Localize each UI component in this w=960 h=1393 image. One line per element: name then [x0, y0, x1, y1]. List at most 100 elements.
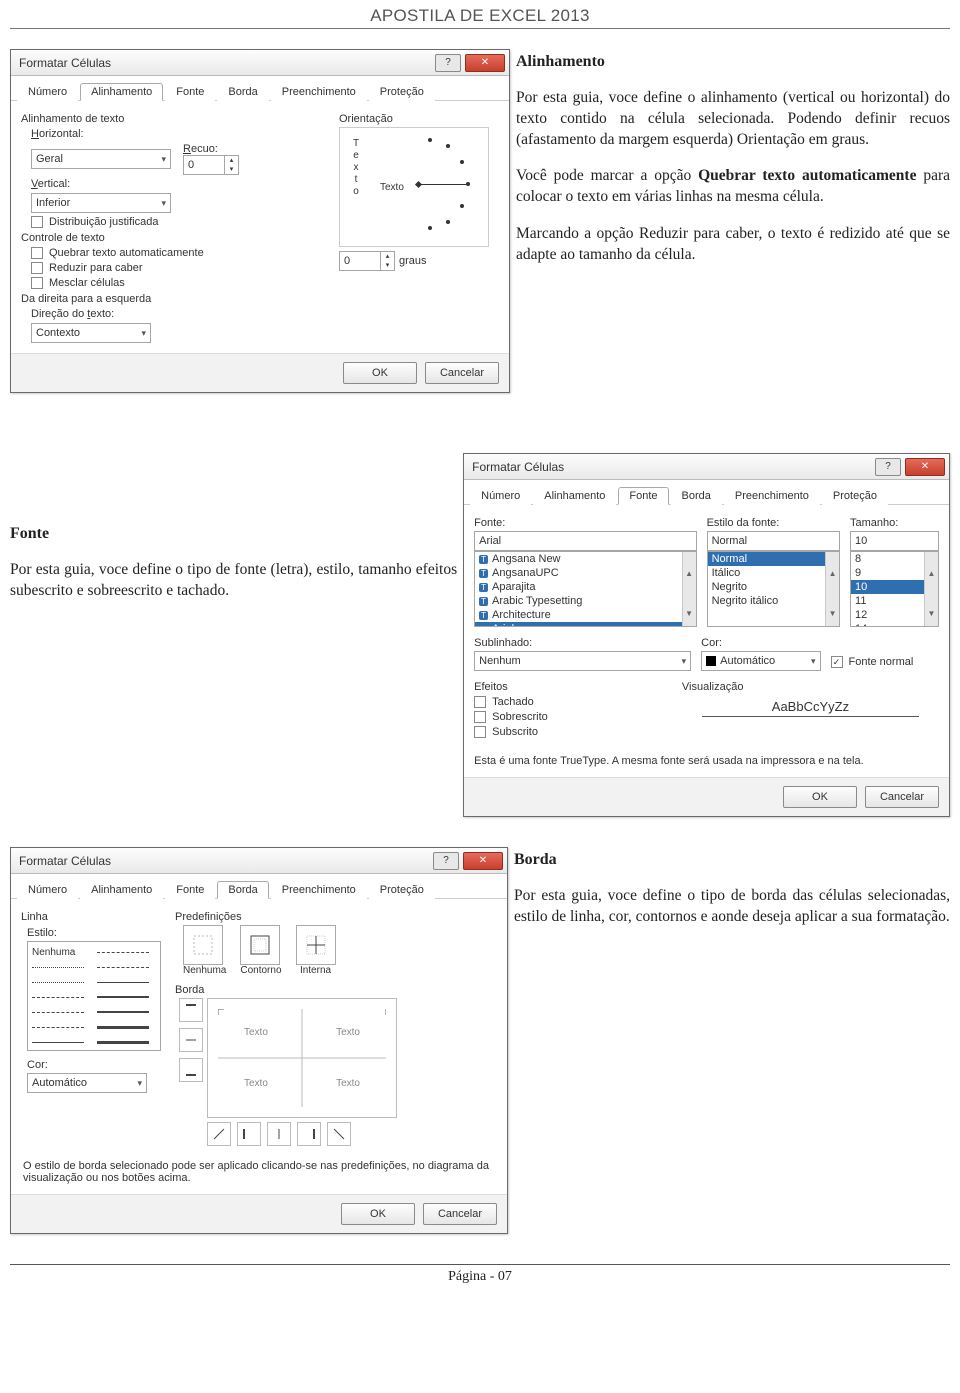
strikethrough-checkbox[interactable]: Tachado [474, 696, 672, 708]
recuo-spinner[interactable]: 0 [183, 155, 239, 175]
border-hint: O estilo de borda selecionado pode ser a… [11, 1156, 507, 1194]
border-hcenter-button[interactable] [179, 1028, 203, 1052]
normal-font-checkbox[interactable]: ✓Fonte normal [831, 656, 940, 668]
ok-button[interactable]: OK [783, 786, 857, 808]
font-input[interactable]: Arial [474, 531, 696, 551]
wrap-text-checkbox[interactable]: Quebrar texto automaticamente [31, 247, 323, 259]
line-style-listbox[interactable]: Nenhuma [27, 941, 161, 1051]
font-style-input[interactable]: Normal [707, 531, 840, 551]
font-preview: AaBbCcYyZz [682, 699, 939, 714]
font-hint: Esta é uma fonte TrueType. A mesma fonte… [474, 755, 939, 767]
section-text-align: Alinhamento de texto [21, 113, 323, 125]
font-size-listbox[interactable]: 8 9 10 11 12 14 [850, 551, 939, 627]
border-cell-text: Texto [244, 1027, 268, 1038]
truetype-icon: T [479, 625, 488, 628]
line-color-label: Cor: [27, 1059, 161, 1071]
effects-label: Efeitos [474, 681, 672, 693]
line-color-combo[interactable]: Automático [27, 1073, 147, 1093]
superscript-checkbox[interactable]: Sobrescrito [474, 711, 672, 723]
preset-inside-button[interactable] [296, 925, 336, 965]
section3-title: Borda [514, 849, 950, 871]
close-button[interactable]: ✕ [465, 54, 505, 72]
tab-preenchimento[interactable]: Preenchimento [271, 83, 367, 101]
merge-cells-checkbox[interactable]: Mesclar células [31, 277, 323, 289]
help-button[interactable]: ? [875, 458, 901, 476]
vertical-combo[interactable]: Inferior [31, 193, 171, 213]
border-vcenter-button[interactable] [267, 1122, 291, 1146]
font-style-listbox[interactable]: Normal Itálico Negrito Negrito itálico [707, 551, 840, 627]
tab-fonte[interactable]: Fonte [618, 487, 668, 505]
section-rtl: Da direita para a esquerda [21, 293, 323, 305]
underline-label: Sublinhado: [474, 637, 691, 649]
dialog-tabs: Número Alinhamento Fonte Borda Preenchim… [11, 76, 509, 101]
text-direction-combo[interactable]: Contexto [31, 323, 151, 343]
border-diag-down-button[interactable] [327, 1122, 351, 1146]
horizontal-combo[interactable]: Geral [31, 149, 171, 169]
help-button[interactable]: ? [435, 54, 461, 72]
font-color-combo[interactable]: Automático [701, 651, 820, 671]
subscript-checkbox[interactable]: Subscrito [474, 726, 672, 738]
border-right-button[interactable] [297, 1122, 321, 1146]
border-cell-text: Texto [244, 1078, 268, 1089]
border-cell-text: Texto [336, 1027, 360, 1038]
degrees-spinner[interactable]: 0 [339, 251, 395, 271]
tab-borda[interactable]: Borda [217, 83, 268, 101]
cancel-button[interactable]: Cancelar [865, 786, 939, 808]
dialog-title: Formatar Células [19, 854, 429, 868]
font-listbox[interactable]: TAngsana New TAngsanaUPC TAparajita TAra… [474, 551, 696, 627]
tab-preenchimento[interactable]: Preenchimento [271, 881, 367, 899]
border-preview[interactable]: Texto Texto Texto Texto [207, 998, 397, 1118]
border-cell-text: Texto [336, 1078, 360, 1089]
font-label: Fonte: [474, 517, 696, 529]
border-left-button[interactable] [237, 1122, 261, 1146]
font-size-label: Tamanho: [850, 517, 939, 529]
tab-alinhamento[interactable]: Alinhamento [80, 881, 163, 899]
tab-numero[interactable]: Número [17, 881, 78, 899]
tab-numero[interactable]: Número [470, 487, 531, 505]
orientation-control[interactable]: Texto Texto [339, 127, 489, 247]
border-diag-up-button[interactable] [207, 1122, 231, 1146]
tab-alinhamento[interactable]: Alinhamento [80, 83, 163, 101]
degrees-unit-label: graus [399, 255, 427, 267]
close-button[interactable]: ✕ [905, 458, 945, 476]
orientation-vertical-text[interactable]: Texto [346, 138, 366, 198]
help-button[interactable]: ? [433, 852, 459, 870]
font-style-label: Estilo da fonte: [707, 517, 840, 529]
preset-inside-label: Interna [296, 965, 336, 976]
page-footer: Página - 07 [10, 1264, 950, 1285]
preview-label: Visualização [682, 681, 939, 693]
preset-none-button[interactable] [183, 925, 223, 965]
section1-para3: Marcando a opção Reduzir para caber, o t… [516, 224, 950, 266]
border-bottom-button[interactable] [179, 1058, 203, 1082]
line-section: Linha [21, 911, 161, 923]
font-size-input[interactable]: 10 [850, 531, 939, 551]
border-top-button[interactable] [179, 998, 203, 1022]
truetype-icon: T [479, 555, 488, 564]
shrink-fit-checkbox[interactable]: Reduzir para caber [31, 262, 323, 274]
section2-para: Por esta guia, voce define o tipo de fon… [10, 560, 457, 602]
section3-para: Por esta guia, voce define o tipo de bor… [514, 886, 950, 928]
tab-borda[interactable]: Borda [217, 881, 268, 899]
cancel-button[interactable]: Cancelar [425, 362, 499, 384]
ok-button[interactable]: OK [343, 362, 417, 384]
section2-title: Fonte [10, 523, 457, 545]
tab-numero[interactable]: Número [17, 83, 78, 101]
underline-combo[interactable]: Nenhum [474, 651, 691, 671]
tab-fonte[interactable]: Fonte [165, 881, 215, 899]
border-section: Borda [175, 984, 497, 996]
dist-justificada-checkbox[interactable]: Distribuição justificada [31, 216, 323, 228]
vertical-label: Vertical: [31, 178, 95, 190]
close-button[interactable]: ✕ [463, 852, 503, 870]
dialog-title: Formatar Células [472, 460, 871, 474]
ok-button[interactable]: OK [341, 1203, 415, 1225]
tab-preenchimento[interactable]: Preenchimento [724, 487, 820, 505]
section-text-control: Controle de texto [21, 232, 323, 244]
tab-protecao[interactable]: Proteção [369, 83, 435, 101]
cancel-button[interactable]: Cancelar [423, 1203, 497, 1225]
preset-outline-button[interactable] [240, 925, 280, 965]
tab-protecao[interactable]: Proteção [369, 881, 435, 899]
tab-alinhamento[interactable]: Alinhamento [533, 487, 616, 505]
tab-borda[interactable]: Borda [671, 487, 722, 505]
tab-fonte[interactable]: Fonte [165, 83, 215, 101]
tab-protecao[interactable]: Proteção [822, 487, 888, 505]
